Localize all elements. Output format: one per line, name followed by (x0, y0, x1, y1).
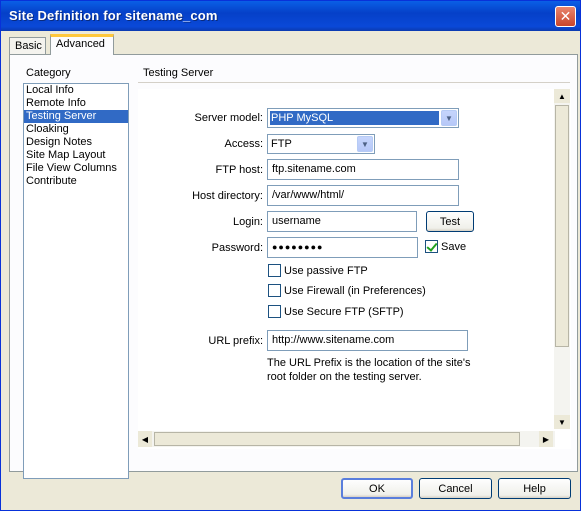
login-label: Login: (233, 216, 263, 228)
cancel-button[interactable]: Cancel (419, 478, 492, 499)
url-prefix-label: URL prefix: (208, 335, 263, 347)
host-directory-input[interactable]: /var/www/html/ (267, 185, 459, 206)
server-model-label: Server model: (194, 112, 263, 124)
section-title: Testing Server (143, 67, 214, 79)
category-list[interactable]: Local Info Remote Info Testing Server Cl… (23, 83, 129, 479)
category-item-contribute[interactable]: Contribute (24, 175, 128, 188)
server-model-select[interactable]: PHP MySQL ▼ (267, 108, 459, 128)
use-passive-ftp-label: Use passive FTP (284, 265, 368, 277)
login-input[interactable]: username (267, 211, 417, 232)
title-bar[interactable]: Site Definition for sitename_com ✕ (1, 1, 580, 31)
ftp-host-label: FTP host: (215, 164, 263, 176)
category-item-testing-server[interactable]: Testing Server (24, 110, 128, 123)
scroll-left-arrow-icon[interactable]: ◀ (138, 431, 152, 447)
site-definition-dialog: Site Definition for sitename_com ✕ Basic… (0, 0, 581, 511)
category-item-local-info[interactable]: Local Info (24, 84, 128, 97)
access-label: Access: (224, 138, 263, 150)
horizontal-scrollbar[interactable]: ◀ ▶ (138, 431, 555, 447)
scroll-up-arrow-icon[interactable]: ▲ (554, 89, 570, 103)
test-button[interactable]: Test (426, 211, 474, 232)
category-item-site-map-layout[interactable]: Site Map Layout (24, 149, 128, 162)
tab-basic[interactable]: Basic (9, 37, 46, 55)
scroll-down-arrow-icon[interactable]: ▼ (554, 415, 570, 429)
use-secure-ftp-label: Use Secure FTP (SFTP) (284, 306, 404, 318)
category-label: Category (26, 67, 71, 79)
use-passive-ftp-checkbox[interactable] (268, 264, 281, 277)
url-prefix-input[interactable]: http://www.sitename.com (267, 330, 468, 351)
use-firewall-checkbox[interactable] (268, 284, 281, 297)
close-icon: ✕ (559, 8, 572, 24)
chevron-down-icon[interactable]: ▼ (357, 136, 373, 152)
tab-advanced[interactable]: Advanced (50, 34, 114, 55)
password-input[interactable]: ●●●●●●●● (267, 237, 418, 258)
use-secure-ftp-checkbox[interactable] (268, 305, 281, 318)
horizontal-scroll-thumb[interactable] (154, 432, 520, 446)
vertical-scroll-thumb[interactable] (555, 105, 569, 347)
ftp-host-input[interactable]: ftp.sitename.com (267, 159, 459, 180)
url-prefix-note: The URL Prefix is the location of the si… (267, 357, 471, 383)
scroll-right-arrow-icon[interactable]: ▶ (539, 431, 553, 447)
server-model-value: PHP MySQL (270, 111, 439, 125)
category-item-remote-info[interactable]: Remote Info (24, 97, 128, 110)
category-item-design-notes[interactable]: Design Notes (24, 136, 128, 149)
section-divider (138, 82, 570, 83)
access-value: FTP (271, 138, 292, 150)
vertical-scrollbar[interactable]: ▲ ▼ (554, 89, 570, 429)
save-checkbox[interactable] (425, 240, 438, 253)
use-firewall-label: Use Firewall (in Preferences) (284, 285, 426, 297)
save-label: Save (441, 241, 467, 253)
password-label: Password: (211, 242, 263, 254)
category-item-cloaking[interactable]: Cloaking (24, 123, 128, 136)
chevron-down-icon[interactable]: ▼ (441, 110, 457, 126)
host-directory-label: Host directory: (192, 190, 263, 202)
help-button[interactable]: Help (498, 478, 571, 499)
access-select[interactable]: FTP ▼ (267, 134, 375, 154)
category-item-file-view-columns[interactable]: File View Columns (24, 162, 128, 175)
window-title: Site Definition for sitename_com (9, 8, 218, 23)
ok-button[interactable]: OK (341, 478, 413, 499)
close-button[interactable]: ✕ (555, 6, 576, 27)
